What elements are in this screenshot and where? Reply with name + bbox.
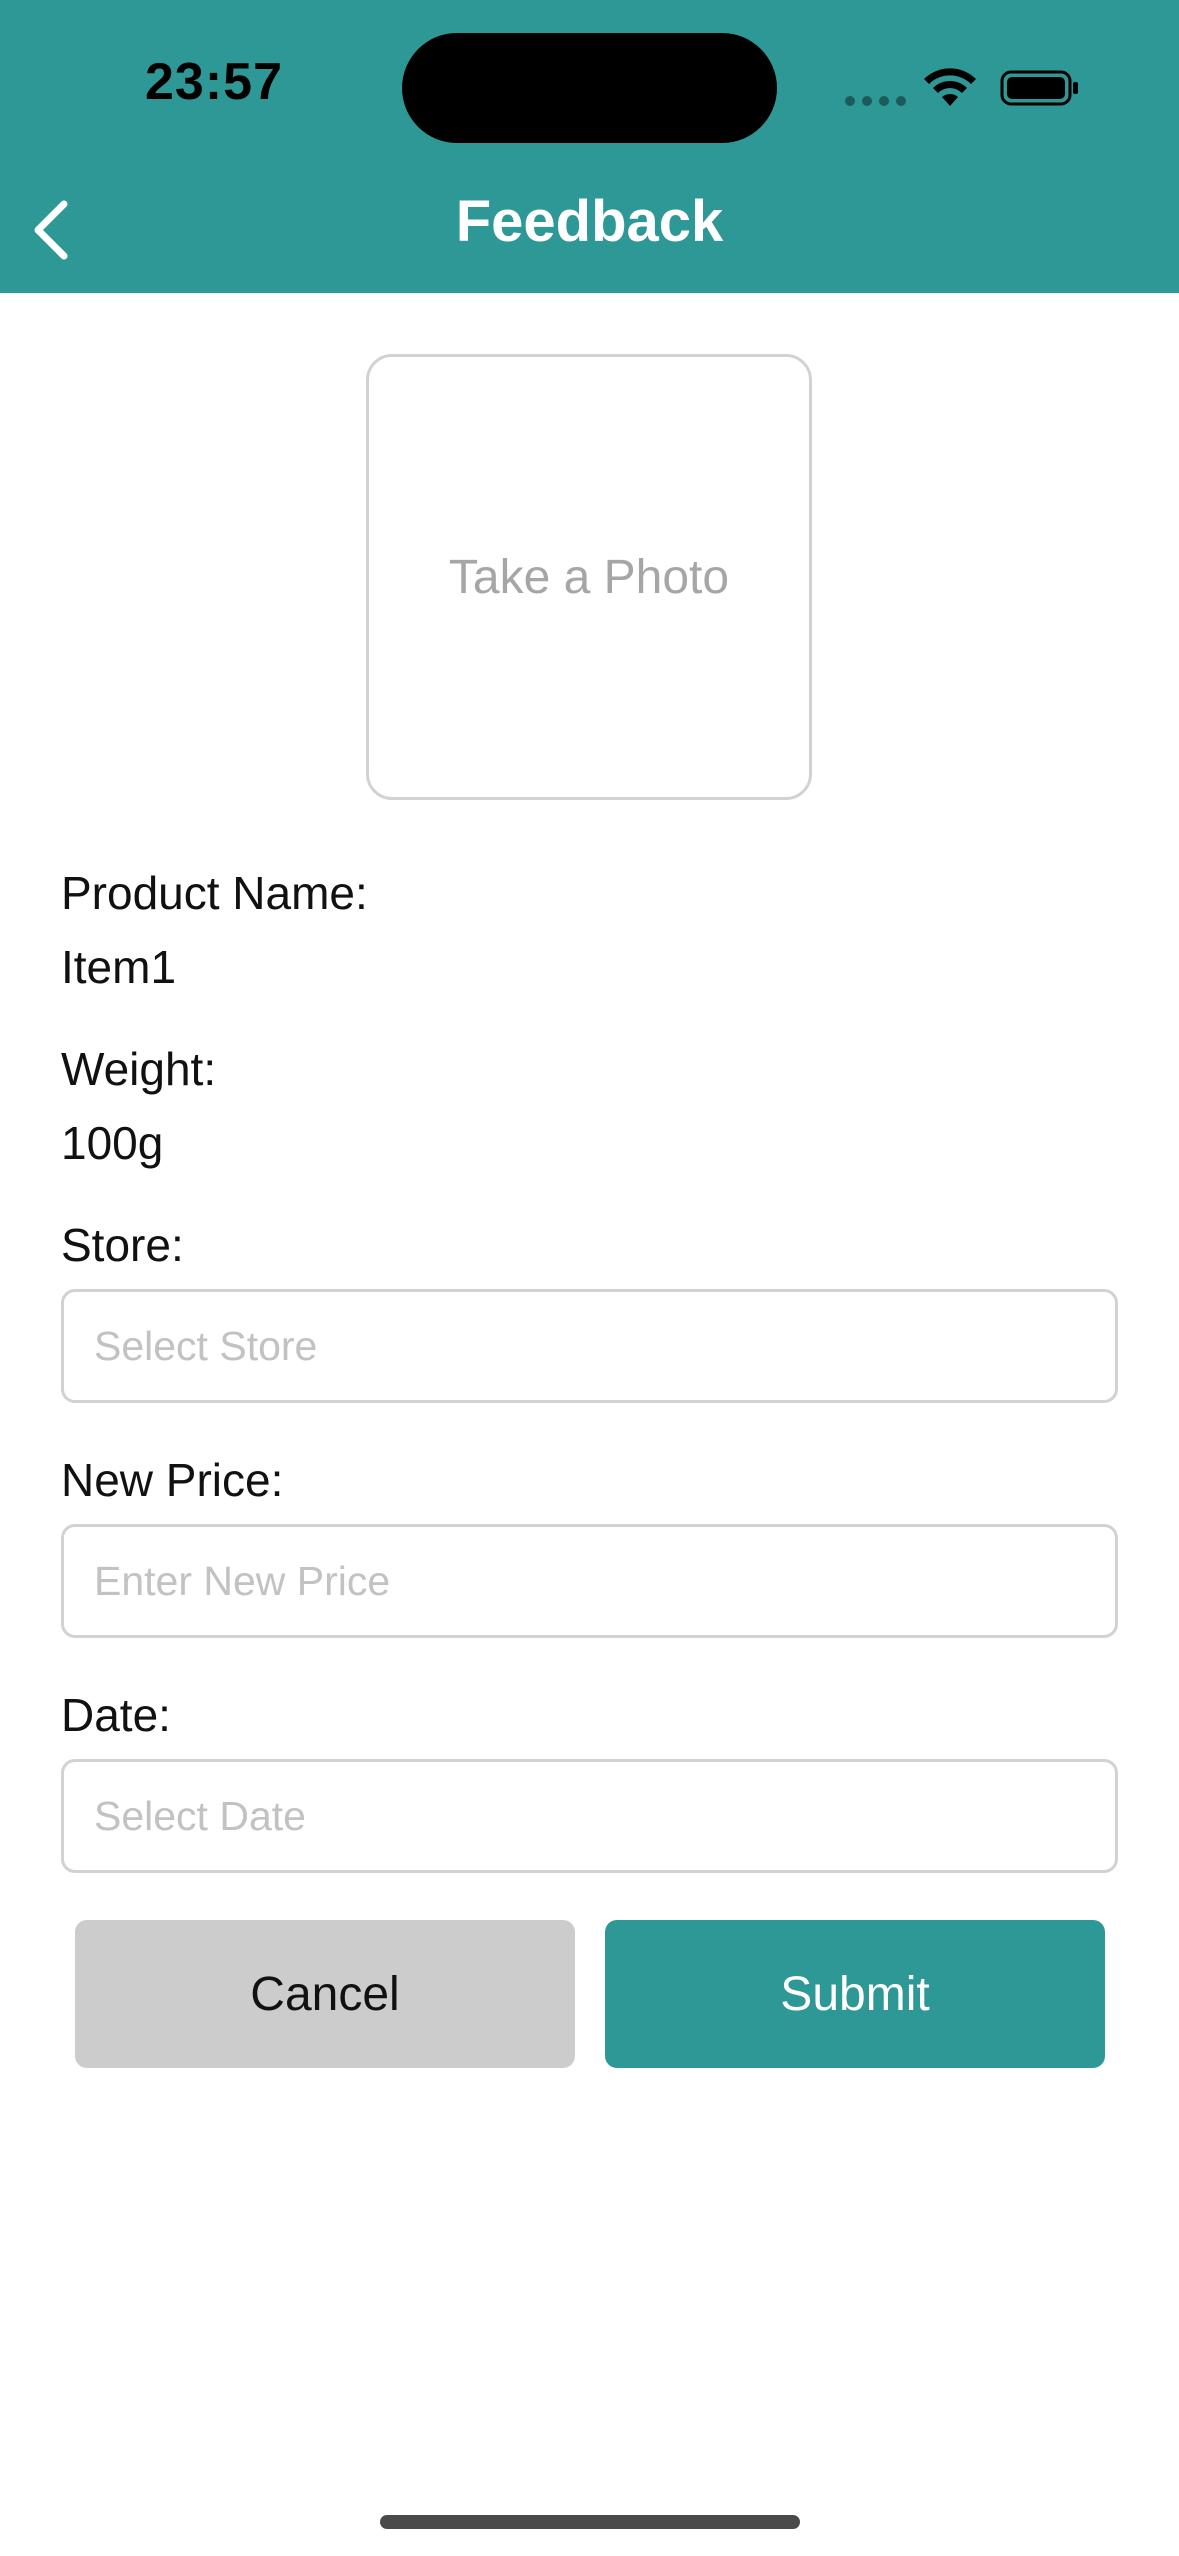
new-price-label: New Price: [61,1454,284,1506]
take-photo-label: Take a Photo [448,550,730,604]
weight-value: 100g [61,1117,164,1169]
product-name-value: Item1 [61,941,177,993]
store-label: Store: [61,1219,184,1271]
header-bar: 23:57 Feedback [0,0,1179,293]
battery-icon [1000,70,1078,106]
product-name-label: Product Name: [61,867,368,919]
date-select-input[interactable] [61,1759,1118,1873]
take-photo-button[interactable]: Take a Photo [366,354,812,800]
cellular-signal-icon [845,96,906,106]
wifi-icon [924,68,976,106]
date-label: Date: [61,1689,171,1741]
feedback-screen: 23:57 Feedback Take a Photo Product Name… [0,0,1179,2556]
submit-button[interactable]: Submit [605,1920,1105,2068]
home-indicator[interactable] [380,2515,800,2529]
cancel-button[interactable]: Cancel [75,1920,575,2068]
page-title: Feedback [455,189,724,254]
dynamic-island [402,33,777,143]
status-time: 23:57 [145,53,283,111]
new-price-input[interactable] [61,1524,1118,1638]
store-select-input[interactable] [61,1289,1118,1403]
weight-label: Weight: [61,1043,217,1095]
